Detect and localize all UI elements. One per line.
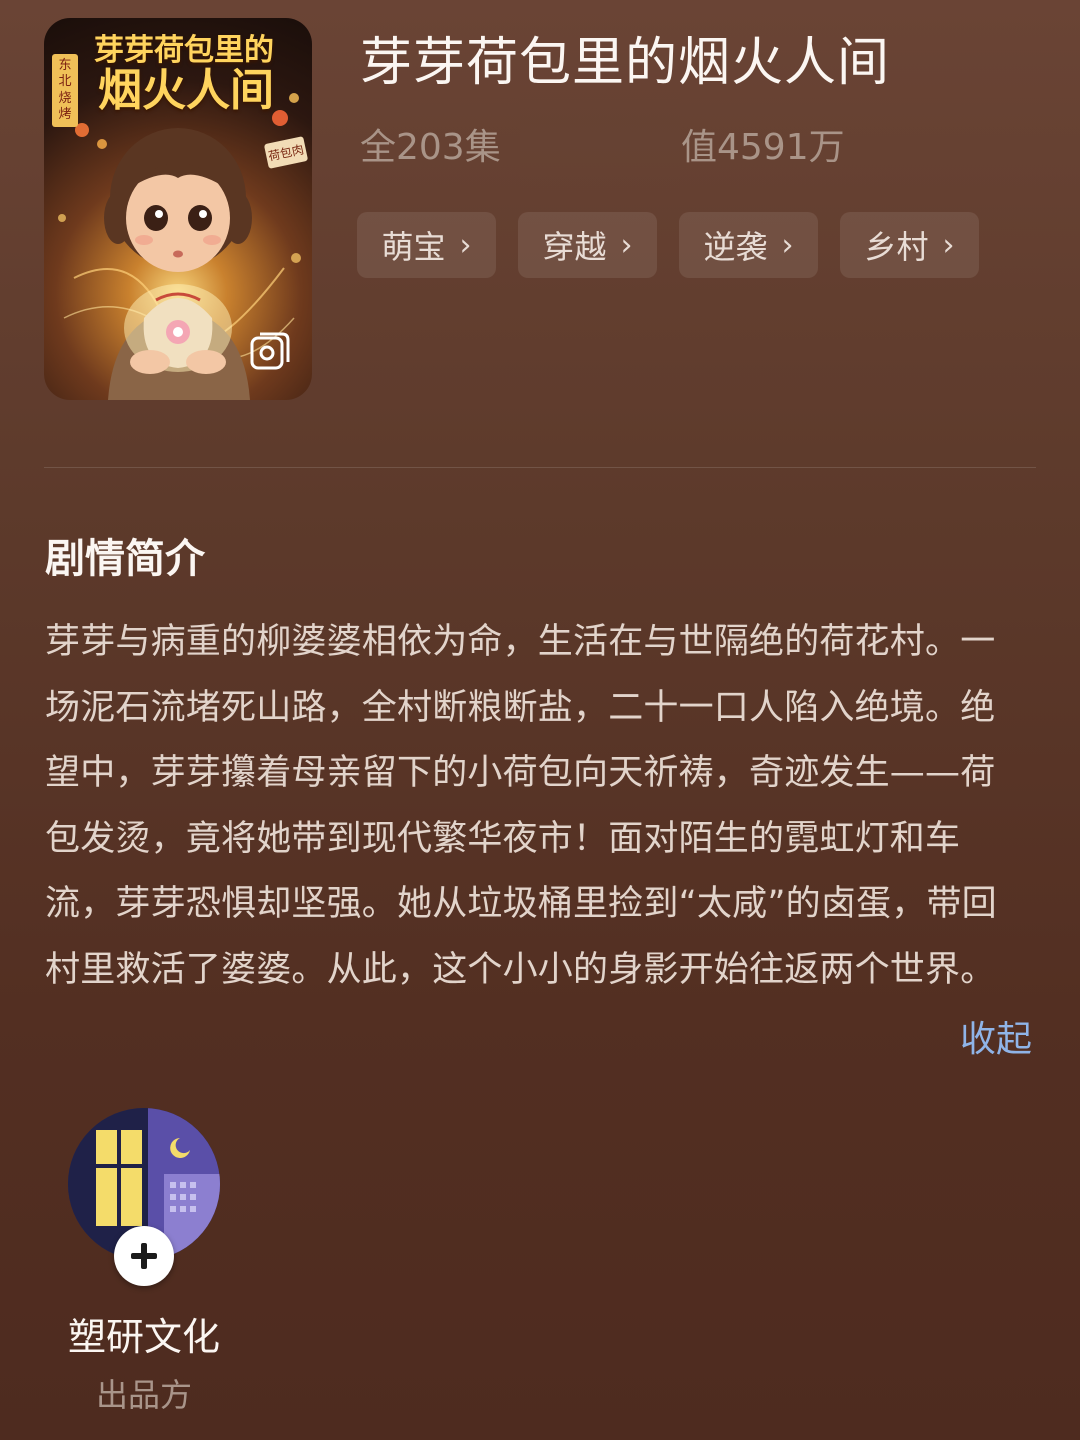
tag-label: 萌宝 [381,228,446,266]
cover-title-line1: 芽芽荷包里的 [94,33,274,68]
tag-nixi[interactable]: 逆袭 › [679,212,818,278]
gallery-icon[interactable] [248,330,292,374]
tag-chuanyue[interactable]: 穿越 › [518,212,657,278]
synopsis-heading: 剧情简介 [45,536,205,582]
chevron-right-icon: › [459,227,472,263]
tag-label: 乡村 [864,228,929,266]
cover-title-line2: 烟火人间 [98,65,274,116]
drama-title: 芽芽荷包里的烟火人间 [360,33,891,93]
cover-side-sign: 东北烧烤 [52,54,78,127]
drama-cover[interactable]: 东北烧烤 芽芽荷包里的 烟火人间 荷包肉 [44,18,312,400]
meta-glare [520,88,680,192]
tag-mengbao[interactable]: 萌宝 › [357,212,496,278]
producer-role-label: 出品方 [95,1376,192,1414]
tag-list: 萌宝 › 穿越 › 逆袭 › 乡村 › [357,212,979,278]
tag-label: 穿越 [542,228,607,266]
chevron-right-icon: › [942,227,955,263]
plus-icon [131,1243,157,1269]
synopsis-text: 芽芽与病重的柳婆婆相依为命，生活在与世隔绝的荷花村。一场泥石流堵死山路，全村断粮… [45,622,997,990]
collapse-button[interactable]: 收起 [960,1010,1032,1062]
follow-button[interactable] [114,1226,174,1286]
chevron-right-icon: › [781,227,794,263]
chevron-right-icon: › [620,227,633,263]
tag-label: 逆袭 [703,228,768,266]
section-divider [44,467,1036,468]
cover-title: 芽芽荷包里的 烟火人间 [94,34,306,115]
heat-value: 值4591万 [681,127,845,168]
tag-xiangcun[interactable]: 乡村 › [840,212,979,278]
producer-name: 塑研文化 [68,1315,221,1359]
episode-count: 全203集 [360,127,501,168]
